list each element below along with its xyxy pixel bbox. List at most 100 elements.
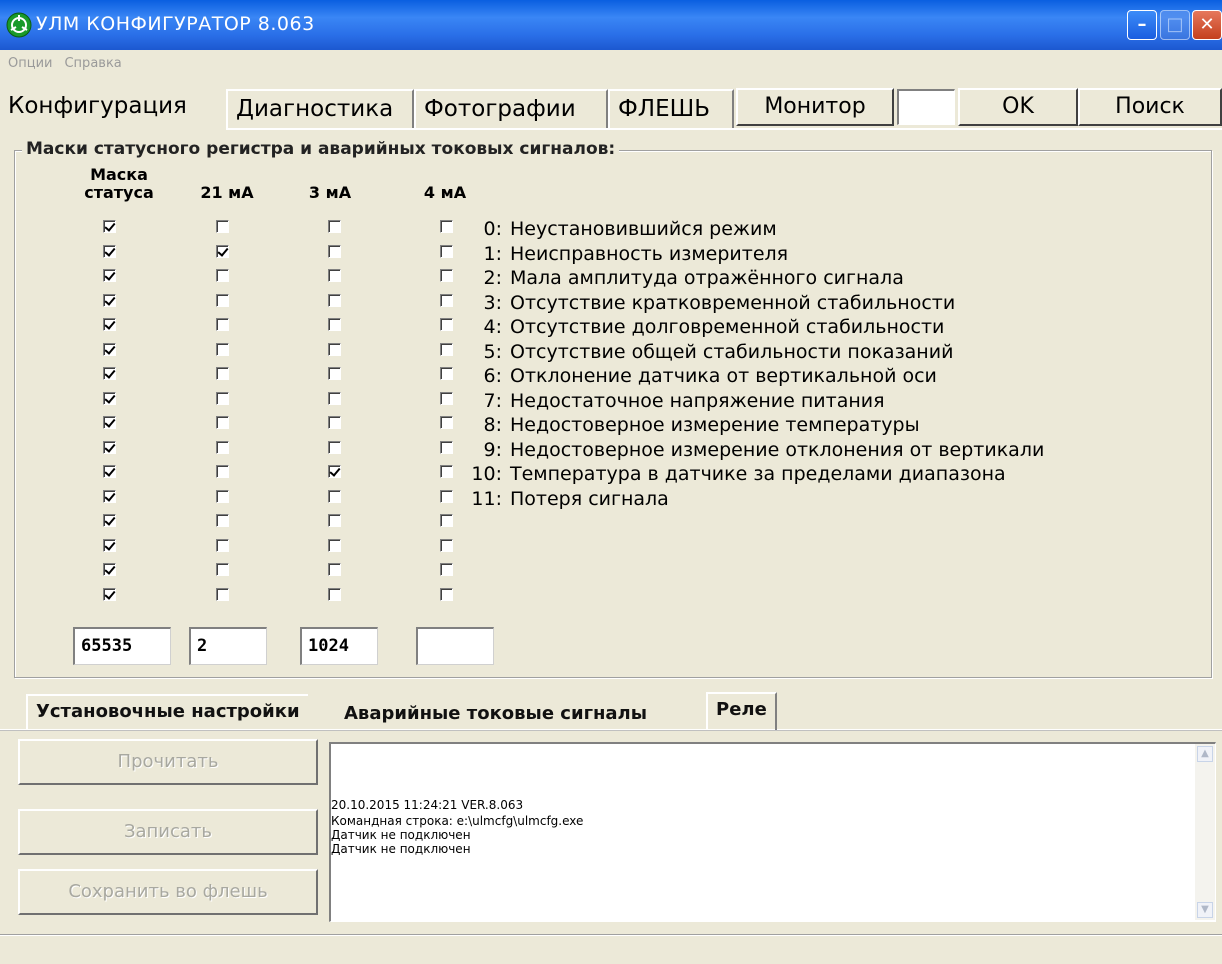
mask-21ma-checkbox[interactable]: [216, 563, 229, 576]
mask-21ma-checkbox[interactable]: [216, 342, 229, 356]
signal-row: 5: Отсутствие общей стабильности показани…: [444, 340, 954, 363]
tab-alarm-current-signals[interactable]: Аварийные токовые сигналы: [344, 700, 647, 730]
status-mask-checkbox[interactable]: [103, 318, 116, 331]
mask-3ma-checkbox[interactable]: [328, 367, 341, 380]
signal-label: Отсутствие общей стабильности показаний: [510, 340, 954, 363]
mask-4ma-checkbox[interactable]: [440, 563, 453, 576]
signal-row: 6: Отклонение датчика от вертикальной оси: [444, 365, 937, 387]
status-mask-checkbox[interactable]: [103, 220, 116, 233]
mask-21ma-checkbox[interactable]: [216, 269, 229, 282]
mask-3ma-checkbox[interactable]: [328, 563, 341, 576]
mask-21ma-checkbox[interactable]: [216, 293, 229, 307]
mask-3ma-checkbox[interactable]: [328, 440, 341, 454]
search-button[interactable]: Поиск: [1078, 88, 1222, 126]
status-mask-checkbox[interactable]: [103, 465, 116, 478]
mask-21ma-checkbox[interactable]: [216, 416, 229, 429]
mask-4ma-checkbox[interactable]: [440, 514, 453, 527]
status-mask-checkbox[interactable]: [103, 587, 116, 601]
mask-21ma-checkbox[interactable]: [216, 367, 229, 380]
mask-21ma-checkbox[interactable]: [216, 220, 229, 233]
signal-label: Отсутствие долговременной стабильности: [510, 316, 945, 338]
status-mask-checkbox[interactable]: [103, 293, 116, 307]
tab-photos[interactable]: Фотографии: [414, 89, 608, 128]
log-scrollbar[interactable]: ▲ ▼: [1195, 744, 1215, 920]
status-mask-checkbox[interactable]: [103, 440, 116, 454]
minimize-button[interactable]: –: [1127, 10, 1157, 40]
log-lines: 20.10.2015 11:24:21 VER.8.063 Командная …: [331, 744, 1191, 920]
mask-21ma-checkbox[interactable]: [216, 391, 229, 405]
mask-3ma-checkbox[interactable]: [328, 538, 341, 552]
status-mask-checkbox[interactable]: [103, 367, 116, 380]
mask-4ma-value[interactable]: [416, 627, 494, 665]
menu-item-options[interactable]: Опции: [8, 56, 52, 71]
status-mask-checkbox[interactable]: [103, 244, 116, 258]
signal-number: 8:: [483, 414, 503, 436]
mask-3ma-checkbox[interactable]: [328, 391, 341, 405]
mask-3ma-checkbox[interactable]: [328, 318, 341, 331]
mask-3ma-checkbox[interactable]: [328, 293, 341, 307]
mask-3ma-value[interactable]: 1024: [300, 627, 378, 665]
column-header-4ma: 4 мА: [423, 183, 467, 202]
monitor-button[interactable]: Монитор: [736, 88, 894, 126]
mask-3ma-checkbox[interactable]: [328, 342, 341, 356]
mask-3ma-checkbox[interactable]: [328, 416, 341, 429]
scroll-up-icon[interactable]: ▲: [1197, 746, 1213, 762]
signal-label: Мала амплитуда отражённого сигнала: [510, 267, 904, 289]
mask-21ma-checkbox[interactable]: [216, 318, 229, 331]
status-mask-checkbox[interactable]: [103, 489, 116, 503]
signal-number: 5:: [483, 340, 503, 363]
tab-diagnostics[interactable]: Диагностика: [226, 89, 414, 128]
mask-21ma-checkbox[interactable]: [216, 244, 229, 258]
signal-label: Недостоверное измерение температуры: [510, 414, 920, 436]
tab-setup-settings[interactable]: Установочные настройки: [26, 694, 308, 730]
status-mask-checkbox[interactable]: [103, 514, 116, 527]
tab-relay[interactable]: Реле: [706, 692, 777, 730]
status-mask-checkbox[interactable]: [103, 538, 116, 552]
column-header-mask-line1: Маска: [90, 165, 148, 184]
status-mask-checkbox[interactable]: [103, 391, 116, 405]
main-tab-strip: Конфигурация Диагностика Фотографии ФЛЕШ…: [0, 86, 1222, 128]
signal-label: Недостоверное измерение отклонения от ве…: [510, 438, 1045, 461]
status-mask-checkbox[interactable]: [103, 342, 116, 356]
mask-21ma-checkbox[interactable]: [216, 538, 229, 552]
menu-bar: Опции Справка: [0, 56, 126, 80]
mask-4ma-checkbox[interactable]: [440, 538, 453, 552]
monitor-value-input[interactable]: [897, 89, 955, 125]
signal-label: Неустановившийся режим: [510, 218, 777, 240]
signal-number: 7:: [483, 389, 503, 412]
log-line: 20.10.2015 11:24:21 VER.8.063: [331, 798, 524, 812]
status-mask-checkbox[interactable]: [103, 416, 116, 429]
status-mask-checkbox[interactable]: [103, 269, 116, 282]
mask-21ma-checkbox[interactable]: [216, 489, 229, 503]
write-button[interactable]: Записать: [18, 809, 318, 855]
mask-3ma-checkbox[interactable]: [328, 465, 341, 478]
mask-3ma-checkbox[interactable]: [328, 269, 341, 282]
mask-21ma-checkbox[interactable]: [216, 440, 229, 454]
close-button[interactable]: ✕: [1192, 10, 1222, 40]
mask-21ma-value[interactable]: 2: [189, 627, 267, 665]
tab-flash[interactable]: ФЛЕШЬ: [608, 89, 734, 128]
status-mask-value[interactable]: 65535: [73, 627, 171, 665]
mask-21ma-checkbox[interactable]: [216, 465, 229, 478]
tab-configuration[interactable]: Конфигурация: [0, 86, 226, 128]
mask-21ma-checkbox[interactable]: [216, 587, 229, 601]
status-mask-checkbox[interactable]: [103, 563, 116, 576]
mask-3ma-checkbox[interactable]: [328, 244, 341, 258]
ok-button[interactable]: OK: [958, 88, 1078, 126]
title-bar[interactable]: УЛМ КОНФИГУРАТОР 8.063 – □ ✕: [0, 0, 1222, 50]
mask-3ma-checkbox[interactable]: [328, 489, 341, 503]
column-header-3ma: 3 мА: [308, 183, 352, 202]
mask-3ma-checkbox[interactable]: [328, 220, 341, 233]
scroll-down-icon[interactable]: ▼: [1197, 902, 1213, 918]
column-header-21ma: 21 мА: [200, 183, 254, 202]
menu-item-help[interactable]: Справка: [64, 56, 121, 71]
log-area[interactable]: 20.10.2015 11:24:21 VER.8.063 Командная …: [329, 742, 1216, 922]
signal-row: 7: Недостаточное напряжение питания: [444, 390, 885, 412]
signal-number: 3:: [483, 291, 503, 314]
read-button[interactable]: Прочитать: [18, 739, 318, 785]
mask-3ma-checkbox[interactable]: [328, 514, 341, 527]
mask-21ma-checkbox[interactable]: [216, 514, 229, 527]
mask-3ma-checkbox[interactable]: [328, 587, 341, 601]
mask-4ma-checkbox[interactable]: [440, 587, 453, 601]
save-to-flash-button[interactable]: Сохранить во флешь: [18, 869, 318, 915]
